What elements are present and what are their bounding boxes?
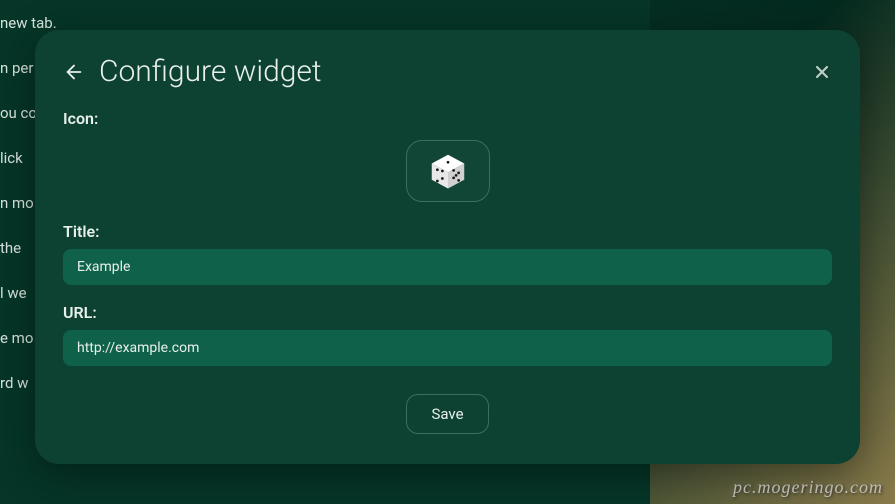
close-icon [812,62,832,82]
icon-picker-button[interactable] [406,140,490,202]
icon-field-label: Icon: [63,109,832,128]
arrow-left-icon [63,61,85,83]
url-input[interactable] [63,330,832,366]
title-input[interactable] [63,249,832,285]
dice-icon [428,151,468,191]
watermark: pc.mogeringo.com [733,477,883,498]
icon-picker-row [63,140,832,202]
url-field-label: URL: [63,303,832,322]
save-button[interactable]: Save [406,394,488,434]
title-field-label: Title: [63,222,832,241]
close-button[interactable] [812,62,832,82]
back-button[interactable] [63,61,85,83]
save-row: Save [63,394,832,434]
configure-widget-modal: Configure widget Icon: Titl [35,30,860,464]
modal-title: Configure widget [99,54,812,89]
modal-header: Configure widget [63,54,832,89]
